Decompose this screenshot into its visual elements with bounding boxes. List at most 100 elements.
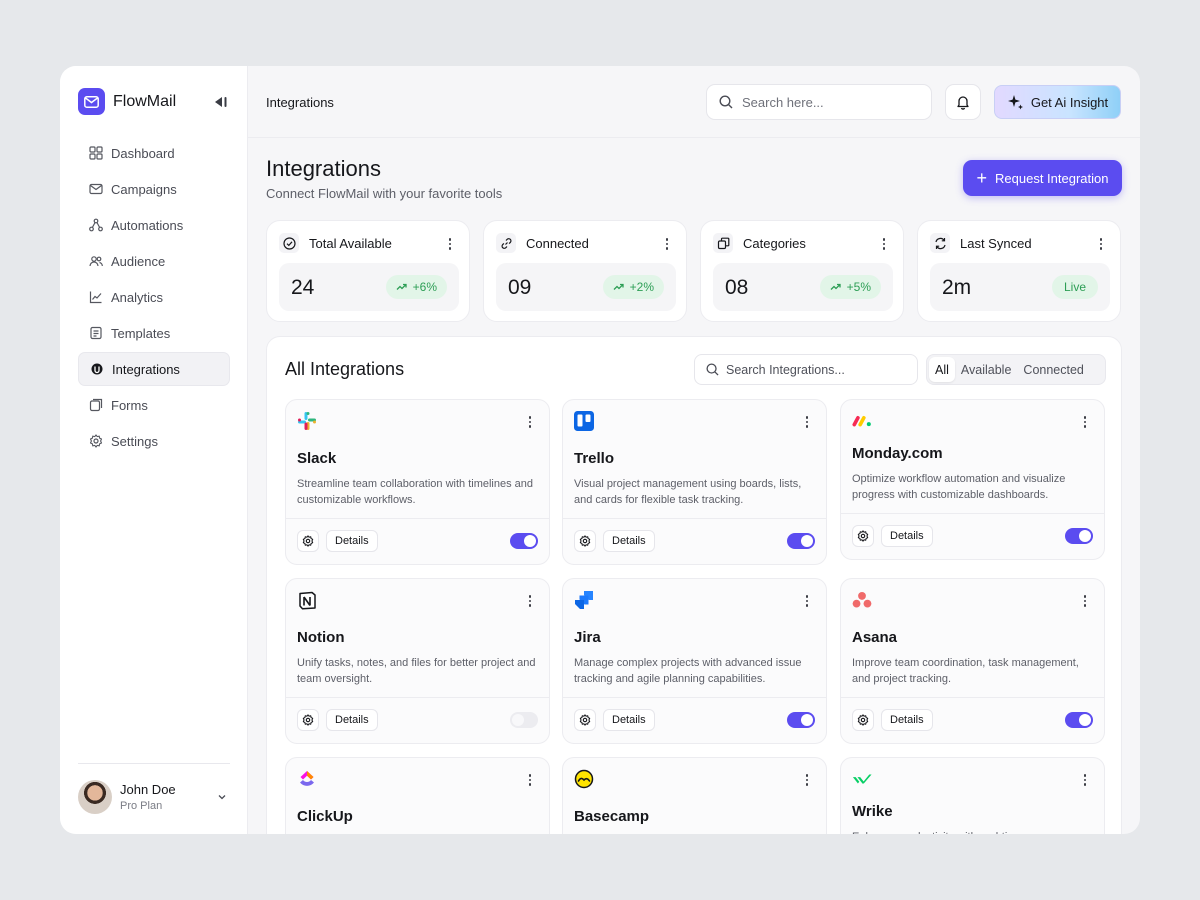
stat-badge: +5%: [819, 275, 881, 299]
details-button[interactable]: Details: [881, 525, 933, 547]
integration-description: Streamline team collaboration with timel…: [297, 478, 534, 506]
integrations-search[interactable]: [694, 354, 918, 385]
slack-logo: [297, 411, 317, 431]
integration-toggle[interactable]: [1065, 712, 1093, 728]
integration-name: Jira: [574, 629, 601, 646]
details-button[interactable]: Details: [326, 530, 378, 552]
integration-toggle[interactable]: [510, 712, 538, 728]
integration-name: Trello: [574, 450, 615, 467]
sidebar-item-label: Integrations: [112, 361, 180, 377]
more-icon[interactable]: [879, 237, 889, 251]
sidebar-item-audience[interactable]: Audience: [78, 244, 230, 278]
card-footer: Details: [563, 518, 826, 564]
integration-toggle[interactable]: [1065, 528, 1093, 544]
settings-button[interactable]: [574, 530, 596, 552]
gear-icon: [302, 714, 314, 726]
details-button[interactable]: Details: [603, 530, 655, 552]
sidebar-item-forms[interactable]: Forms: [78, 388, 230, 422]
settings-button[interactable]: [297, 709, 319, 731]
sidebar-item-templates[interactable]: Templates: [78, 316, 230, 350]
sidebar-item-automations[interactable]: Automations: [78, 208, 230, 242]
integration-card-clickup: ClickUp Details: [285, 757, 550, 834]
integration-toggle[interactable]: [510, 533, 538, 549]
card-footer: Details: [286, 518, 549, 564]
refresh-icon: [930, 233, 950, 253]
chart-icon: [89, 290, 111, 304]
main-area: Integrations Get Ai Insight Integrations…: [248, 66, 1140, 834]
plus-icon: +: [976, 168, 988, 188]
request-integration-button[interactable]: + Request Integration: [963, 160, 1122, 196]
settings-button[interactable]: [852, 525, 874, 547]
copy-icon: [713, 233, 733, 253]
stats-row: Total Available 24 +6% Connected 09 +2% …: [266, 220, 1122, 322]
integration-card-trello: Trello Visual project management using b…: [562, 399, 827, 565]
topbar: Integrations Get Ai Insight: [248, 66, 1140, 138]
sidebar-item-dashboard[interactable]: Dashboard: [78, 136, 230, 170]
details-button[interactable]: Details: [881, 709, 933, 731]
settings-button[interactable]: [297, 530, 319, 552]
notion-logo: [297, 590, 317, 610]
page-subtitle: Connect FlowMail with your favorite tool…: [266, 186, 503, 201]
stat-value: 08: [725, 276, 749, 299]
more-icon[interactable]: [1080, 594, 1090, 608]
check-circle-icon: [279, 233, 299, 253]
gear-icon: [579, 535, 591, 547]
integration-toggle[interactable]: [787, 533, 815, 549]
integration-card-notion: Notion Unify tasks, notes, and files for…: [285, 578, 550, 744]
more-icon[interactable]: [802, 773, 812, 787]
brand[interactable]: FlowMail: [78, 88, 176, 115]
settings-button[interactable]: [574, 709, 596, 731]
more-icon[interactable]: [525, 415, 535, 429]
integrations-search-input[interactable]: [726, 362, 906, 377]
sidebar-item-campaigns[interactable]: Campaigns: [78, 172, 230, 206]
user-profile[interactable]: John Doe Pro Plan: [78, 763, 230, 814]
notifications-button[interactable]: [945, 84, 981, 120]
filter-tab-all[interactable]: All: [929, 357, 955, 382]
chevron-down-icon[interactable]: [216, 791, 228, 803]
stat-badge-text: +2%: [629, 280, 654, 294]
integration-name: Monday.com: [852, 445, 943, 462]
more-icon[interactable]: [1096, 237, 1106, 251]
app-window: FlowMail Dashboard Campaigns Automations Au…: [60, 66, 1140, 834]
stat-value: 2m: [942, 276, 972, 299]
global-search[interactable]: [706, 84, 932, 120]
more-icon[interactable]: [1080, 773, 1090, 787]
more-icon[interactable]: [525, 773, 535, 787]
integration-card-basecamp: Basecamp Details: [562, 757, 827, 834]
nodes-icon: [89, 218, 111, 232]
details-button[interactable]: Details: [603, 709, 655, 731]
stat-card: Categories 08 +5%: [700, 220, 904, 322]
more-icon[interactable]: [802, 594, 812, 608]
stat-value: 24: [291, 276, 315, 299]
users-icon: [89, 254, 111, 268]
search-input[interactable]: [742, 94, 912, 110]
monday-logo: [852, 411, 872, 431]
sidebar-item-analytics[interactable]: Analytics: [78, 280, 230, 314]
more-icon[interactable]: [802, 415, 812, 429]
integration-name: Notion: [297, 629, 345, 646]
filter-tab-available[interactable]: Available: [955, 357, 1018, 382]
more-icon[interactable]: [445, 237, 455, 251]
sidebar-item-label: Analytics: [111, 289, 164, 305]
stat-badge: +6%: [385, 275, 447, 299]
details-button[interactable]: Details: [326, 709, 378, 731]
stat-label: Categories: [743, 235, 806, 251]
more-icon[interactable]: [525, 594, 535, 608]
wrike-logo: [852, 769, 872, 789]
integration-toggle[interactable]: [787, 712, 815, 728]
avatar: [78, 780, 112, 814]
ai-insight-button[interactable]: Get Ai Insight: [994, 85, 1121, 119]
integrations-icon: [90, 362, 112, 376]
trend-up-icon: [830, 283, 847, 291]
integration-description: Improve team coordination, task manageme…: [852, 657, 1079, 685]
stat-badge: Live: [1051, 275, 1098, 299]
more-icon[interactable]: [662, 237, 672, 251]
settings-button[interactable]: [852, 709, 874, 731]
sidebar-item-settings[interactable]: Settings: [78, 424, 230, 458]
more-icon[interactable]: [1080, 415, 1090, 429]
sidebar-item-integrations[interactable]: Integrations: [78, 352, 230, 386]
collapse-sidebar-icon[interactable]: [212, 94, 228, 110]
page-title: Integrations: [266, 156, 381, 181]
integration-card-monday-com: Monday.com Optimize workflow automation …: [840, 399, 1105, 560]
filter-tab-connected[interactable]: Connected: [1017, 357, 1089, 382]
